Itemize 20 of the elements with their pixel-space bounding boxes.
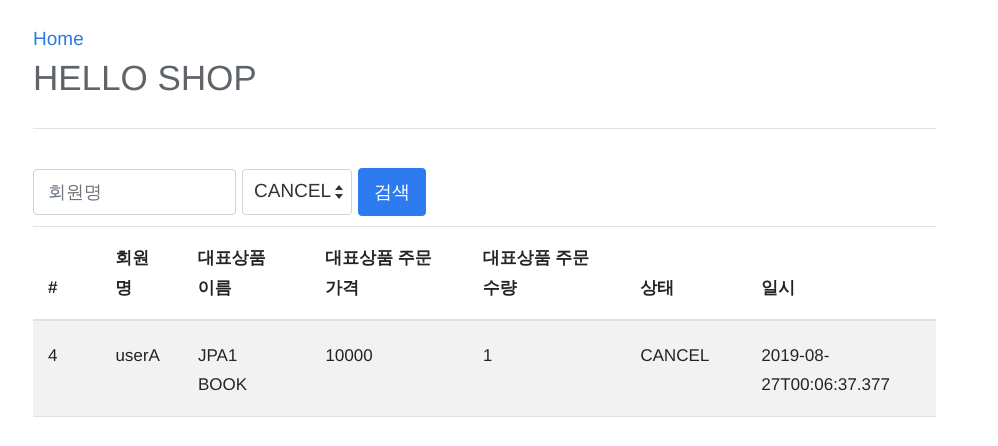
column-header: 일시 <box>761 276 796 299</box>
member-name-field[interactable]: 회원명 <box>33 169 236 215</box>
table-cell-text: 1 <box>482 344 494 366</box>
table-cell-text: userA <box>115 344 161 366</box>
status-dropdown[interactable]: CANCEL <box>242 169 352 215</box>
column-header: 회원명 <box>115 247 150 299</box>
search-button[interactable]: 검색 <box>358 168 426 216</box>
table-cell-text: JPA1 BOOK <box>198 344 248 396</box>
home-link[interactable]: Home <box>33 29 84 51</box>
column-header: 대표상품 주문 수량 <box>482 247 591 299</box>
table-cell-text: 10000 <box>325 344 374 366</box>
column-header: 대표상품 주문 가격 <box>325 247 434 299</box>
table-cell-text: 2019-08-27T00:06:37.377 <box>761 344 891 396</box>
column-header: 대표상품 이름 <box>198 247 267 299</box>
sort-arrows-icon <box>335 185 344 199</box>
table-cell-text: 4 <box>48 344 58 366</box>
column-header: # <box>48 276 58 299</box>
page-title: HELLO SHOP <box>33 59 258 99</box>
column-header: 상태 <box>640 276 676 299</box>
table-cell-text: CANCEL <box>640 344 710 366</box>
